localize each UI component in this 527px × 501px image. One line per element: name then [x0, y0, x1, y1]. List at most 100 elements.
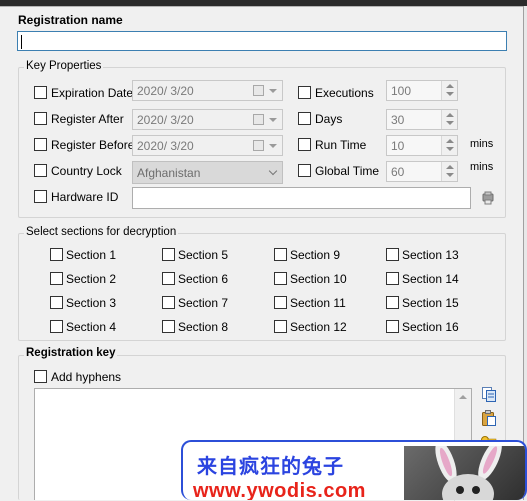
executions-label: Executions — [315, 86, 374, 100]
section-11-checkbox[interactable] — [274, 296, 287, 309]
section-3-checkbox[interactable] — [50, 296, 63, 309]
global-time-value: 60 — [391, 165, 405, 179]
calendar-icon — [253, 114, 264, 125]
register-before-checkbox[interactable] — [34, 138, 47, 151]
register-before-picker[interactable]: 2020/ 3/20 — [132, 135, 283, 156]
days-checkbox[interactable] — [298, 112, 311, 125]
section-12-label: Section 12 — [290, 320, 347, 334]
section-6-checkbox[interactable] — [162, 272, 175, 285]
watermark-banner: 来自疯狂的兔子 www.ywodis.com — [181, 440, 527, 500]
register-after-checkbox[interactable] — [34, 112, 47, 125]
calendar-icon — [253, 140, 264, 151]
copy-icon[interactable] — [481, 386, 499, 404]
sections-legend: Select sections for decryption — [24, 226, 179, 238]
text-caret — [21, 35, 22, 49]
country-lock-value: Afghanistan — [137, 166, 201, 180]
calendar-icon — [253, 85, 264, 96]
arrow-up-icon — [446, 139, 454, 143]
spinner-buttons[interactable] — [441, 162, 457, 181]
section-2-label: Section 2 — [66, 272, 117, 286]
section-13-label: Section 13 — [402, 248, 459, 262]
expiration-date-picker[interactable]: 2020/ 3/20 — [132, 80, 283, 101]
watermark-url: www.ywodis.com — [193, 480, 366, 500]
hardware-id-icon[interactable] — [480, 190, 498, 208]
section-12-checkbox[interactable] — [274, 320, 287, 333]
country-lock-label: Country Lock — [51, 164, 122, 178]
register-after-picker[interactable]: 2020/ 3/20 — [132, 109, 283, 130]
executions-value: 100 — [391, 84, 412, 98]
section-14-label: Section 14 — [402, 272, 459, 286]
section-10-checkbox[interactable] — [274, 272, 287, 285]
executions-checkbox[interactable] — [298, 86, 311, 99]
paste-icon[interactable] — [481, 410, 499, 428]
hardware-id-input[interactable] — [132, 187, 471, 209]
global-time-spinner[interactable]: 60 — [386, 161, 458, 182]
section-5-label: Section 5 — [178, 248, 229, 262]
add-hyphens-label: Add hyphens — [51, 370, 122, 384]
section-10-label: Section 10 — [290, 272, 347, 286]
chevron-down-icon — [269, 144, 277, 148]
add-hyphens-checkbox[interactable] — [34, 370, 47, 383]
hardware-id-label: Hardware ID — [51, 190, 119, 204]
section-1-checkbox[interactable] — [50, 248, 63, 261]
country-lock-checkbox[interactable] — [34, 164, 47, 177]
days-spinner[interactable]: 30 — [386, 109, 458, 130]
expiration-date-checkbox[interactable] — [34, 86, 47, 99]
section-13-checkbox[interactable] — [386, 248, 399, 261]
section-14-checkbox[interactable] — [386, 272, 399, 285]
arrow-down-icon — [446, 121, 454, 125]
register-before-label: Register Before — [51, 138, 135, 152]
registration-key-legend: Registration key — [24, 347, 118, 359]
chevron-down-icon — [268, 166, 278, 176]
section-11-label: Section 11 — [290, 296, 346, 310]
chevron-down-icon — [269, 89, 277, 93]
section-8-label: Section 8 — [178, 320, 229, 334]
arrow-up-icon — [446, 113, 454, 117]
section-15-checkbox[interactable] — [386, 296, 399, 309]
run-time-label: Run Time — [315, 138, 367, 152]
section-16-label: Section 16 — [402, 320, 459, 334]
chevron-down-icon — [269, 118, 277, 122]
section-4-checkbox[interactable] — [50, 320, 63, 333]
registration-name-label: Registration name — [18, 13, 123, 27]
section-15-label: Section 15 — [402, 296, 459, 310]
country-lock-select[interactable]: Afghanistan — [132, 161, 283, 184]
arrow-down-icon — [446, 92, 454, 96]
section-5-checkbox[interactable] — [162, 248, 175, 261]
run-time-value: 10 — [391, 139, 405, 153]
register-before-value: 2020/ 3/20 — [137, 139, 194, 153]
run-time-unit: mins — [470, 138, 494, 150]
section-9-label: Section 9 — [290, 248, 341, 262]
run-time-spinner[interactable]: 10 — [386, 135, 458, 156]
watermark-text: 来自疯狂的兔子 — [197, 456, 344, 478]
section-1-label: Section 1 — [66, 248, 117, 262]
section-3-label: Section 3 — [66, 296, 117, 310]
days-value: 30 — [391, 113, 405, 127]
section-9-checkbox[interactable] — [274, 248, 287, 261]
section-16-checkbox[interactable] — [386, 320, 399, 333]
spinner-buttons[interactable] — [441, 110, 457, 129]
spinner-buttons[interactable] — [441, 81, 457, 100]
global-time-label: Global Time — [315, 164, 380, 178]
arrow-up-icon — [446, 84, 454, 88]
run-time-checkbox[interactable] — [298, 138, 311, 151]
section-7-checkbox[interactable] — [162, 296, 175, 309]
global-time-checkbox[interactable] — [298, 164, 311, 177]
arrow-down-icon — [446, 147, 454, 151]
days-label: Days — [315, 112, 343, 126]
expiration-date-value: 2020/ 3/20 — [137, 84, 194, 98]
rabbit-photo — [404, 446, 525, 500]
section-8-checkbox[interactable] — [162, 320, 175, 333]
register-after-label: Register After — [51, 112, 124, 126]
section-4-label: Section 4 — [66, 320, 117, 334]
section-6-label: Section 6 — [178, 272, 229, 286]
registration-name-input[interactable] — [17, 31, 507, 51]
section-2-checkbox[interactable] — [50, 272, 63, 285]
executions-spinner[interactable]: 100 — [386, 80, 458, 101]
hardware-id-checkbox[interactable] — [34, 190, 47, 203]
arrow-down-icon — [446, 173, 454, 177]
spinner-buttons[interactable] — [441, 136, 457, 155]
scroll-up-icon[interactable] — [459, 395, 467, 399]
arrow-up-icon — [446, 165, 454, 169]
global-time-unit: mins — [470, 161, 494, 173]
